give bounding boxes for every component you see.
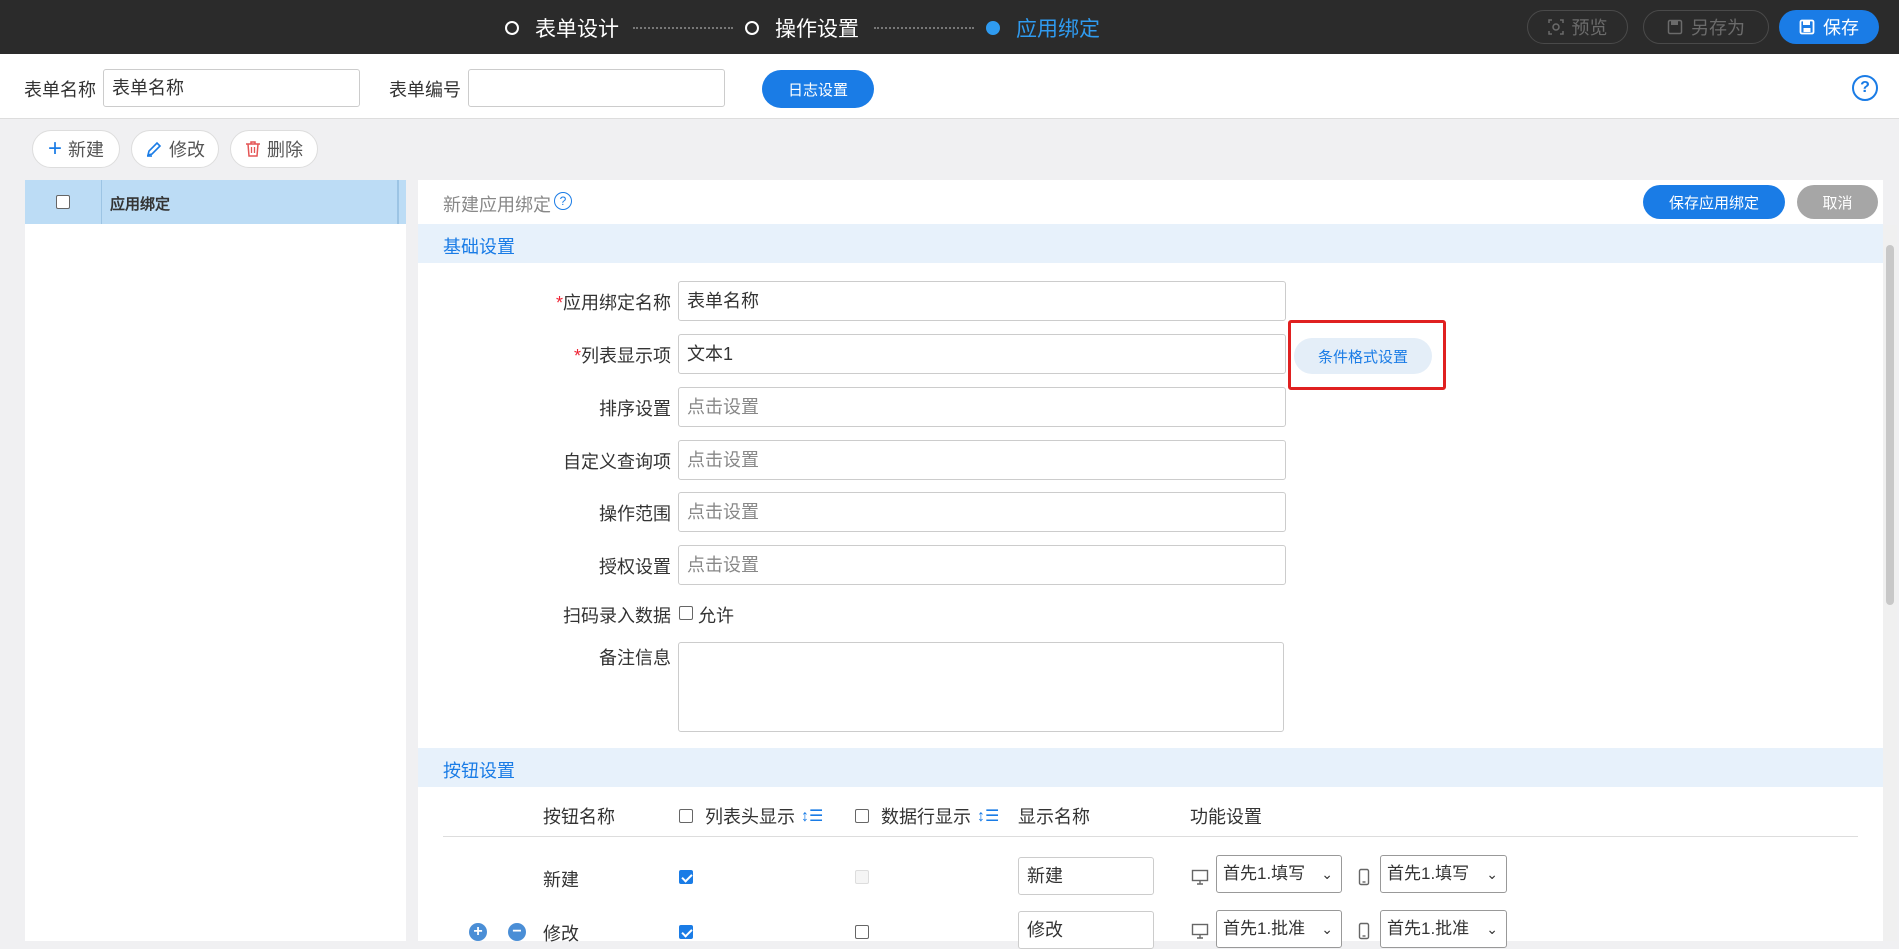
panel-title: 新建应用绑定 [443,195,551,215]
select-all-checkbox[interactable] [56,195,70,209]
table-divider [443,836,1858,837]
column-resize-handle[interactable] [397,180,399,224]
authorization-label: 授权设置 [599,557,671,577]
help-icon[interactable]: ? [1852,75,1878,101]
form-code-label: 表单编号 [389,80,461,100]
step-label: 应用绑定 [1016,18,1100,41]
step-label: 操作设置 [775,18,859,41]
top-bar: 表单设计 操作设置 应用绑定 预览 另存为 保存 [0,0,1899,54]
save-binding-button[interactable]: 保存应用绑定 [1643,185,1785,219]
form-name-label: 表单名称 [24,80,96,100]
sort-settings-input[interactable]: 点击设置 [678,387,1286,427]
save-as-button[interactable]: 另存为 [1643,10,1769,44]
mobile-function-select[interactable]: 首先1.填写 ⌄ [1380,855,1507,893]
row-show-all-checkbox[interactable] [855,809,869,823]
row-show-checkbox [855,870,869,884]
col-function-settings: 功能设置 [1190,807,1262,827]
list-header-all-checkbox[interactable] [679,809,693,823]
remark-textarea[interactable] [678,642,1284,732]
section-title: 按钮设置 [443,761,515,781]
mobile-icon [1358,922,1370,940]
trash-icon [246,141,260,157]
list-display-label: *列表显示项 [573,346,671,366]
step-label: 表单设计 [535,18,619,41]
remark-label: 备注信息 [599,648,671,668]
remove-row-icon[interactable]: − [508,923,526,941]
authorization-input[interactable]: 点击设置 [678,545,1286,585]
operation-scope-input[interactable]: 点击设置 [678,492,1286,532]
plus-icon: + [47,135,62,162]
save-icon [1799,19,1815,35]
new-button[interactable]: + 新建 [32,130,120,168]
scan-allow-checkbox[interactable] [679,606,693,620]
row-show-checkbox[interactable] [855,925,869,939]
button-name-cell: 新建 [543,870,579,890]
list-header-checkbox[interactable] [679,870,693,884]
step-circle-icon [505,21,519,35]
mobile-function-select[interactable]: 首先1.批准 ⌄ [1380,910,1507,948]
display-name-input[interactable]: 新建 [1018,857,1154,895]
vertical-scrollbar[interactable] [1883,225,1897,941]
cancel-button[interactable]: 取消 [1797,185,1878,219]
preview-button[interactable]: 预览 [1527,10,1628,44]
col-row-show: 数据行显示 ↕☰ [855,803,999,829]
binding-name-input[interactable]: 表单名称 [678,281,1286,321]
scan-allow-label: 允许 [698,606,734,626]
binding-list-header: 应用绑定 [25,180,406,224]
delete-button[interactable]: 删除 [230,130,318,168]
desktop-icon [1191,923,1209,939]
condition-format-button[interactable]: 条件格式设置 [1294,338,1432,374]
sort-settings-label: 排序设置 [599,399,671,419]
edit-icon [146,141,162,157]
chevron-down-icon: ⌄ [1486,921,1498,937]
save-as-icon [1667,19,1683,35]
mobile-icon [1358,868,1370,886]
col-list-header-show: 列表头显示 ↕☰ [679,803,823,829]
add-row-icon[interactable]: + [469,923,487,941]
custom-query-input[interactable]: 点击设置 [678,440,1286,480]
step-form-design[interactable]: 表单设计 [505,13,619,43]
scan-entry-label: 扫码录入数据 [563,606,671,626]
column-divider [101,180,102,224]
step-connector [633,27,733,29]
chevron-down-icon: ⌄ [1486,866,1498,882]
operation-scope-label: 操作范围 [599,504,671,524]
display-name-input[interactable]: 修改 [1018,911,1154,949]
desktop-icon [1191,869,1209,885]
custom-query-label: 自定义查询项 [563,452,671,472]
form-name-input[interactable]: 表单名称 [103,69,360,107]
sort-icon[interactable]: ↕☰ [977,806,999,826]
col-button-name: 按钮名称 [543,807,615,827]
step-circle-icon [745,21,759,35]
col-display-name: 显示名称 [1018,807,1090,827]
chevron-down-icon: ⌄ [1321,866,1333,882]
pc-function-select[interactable]: 首先1.填写 ⌄ [1216,855,1342,893]
list-display-input[interactable]: 文本1 [678,334,1286,374]
edit-button[interactable]: 修改 [131,130,219,168]
pc-function-select[interactable]: 首先1.批准 ⌄ [1216,910,1342,948]
button-name-cell: 修改 [543,924,579,944]
step-app-binding[interactable]: 应用绑定 [986,13,1100,43]
form-code-input[interactable] [468,69,725,107]
list-header-checkbox[interactable] [679,925,693,939]
log-settings-button[interactable]: 日志设置 [762,70,874,108]
form-header: 表单名称 表单名称 表单编号 日志设置 ? [0,54,1899,119]
binding-name-label: *应用绑定名称 [555,293,671,313]
section-title: 基础设置 [443,237,515,257]
save-button[interactable]: 保存 [1779,10,1879,44]
binding-list-panel: 应用绑定 [25,180,406,941]
step-circle-icon [986,21,1000,35]
button-settings-section-header: 按钮设置 [418,748,1883,787]
panel-help-icon[interactable]: ? [554,192,572,210]
chevron-down-icon: ⌄ [1321,921,1333,937]
step-operation-settings[interactable]: 操作设置 [745,13,859,43]
preview-icon [1547,19,1564,35]
binding-column-header: 应用绑定 [110,196,171,213]
scrollbar-thumb[interactable] [1886,245,1894,605]
basic-settings-section-header: 基础设置 [418,224,1883,263]
sort-icon[interactable]: ↕☰ [801,806,823,826]
step-connector [874,27,974,29]
